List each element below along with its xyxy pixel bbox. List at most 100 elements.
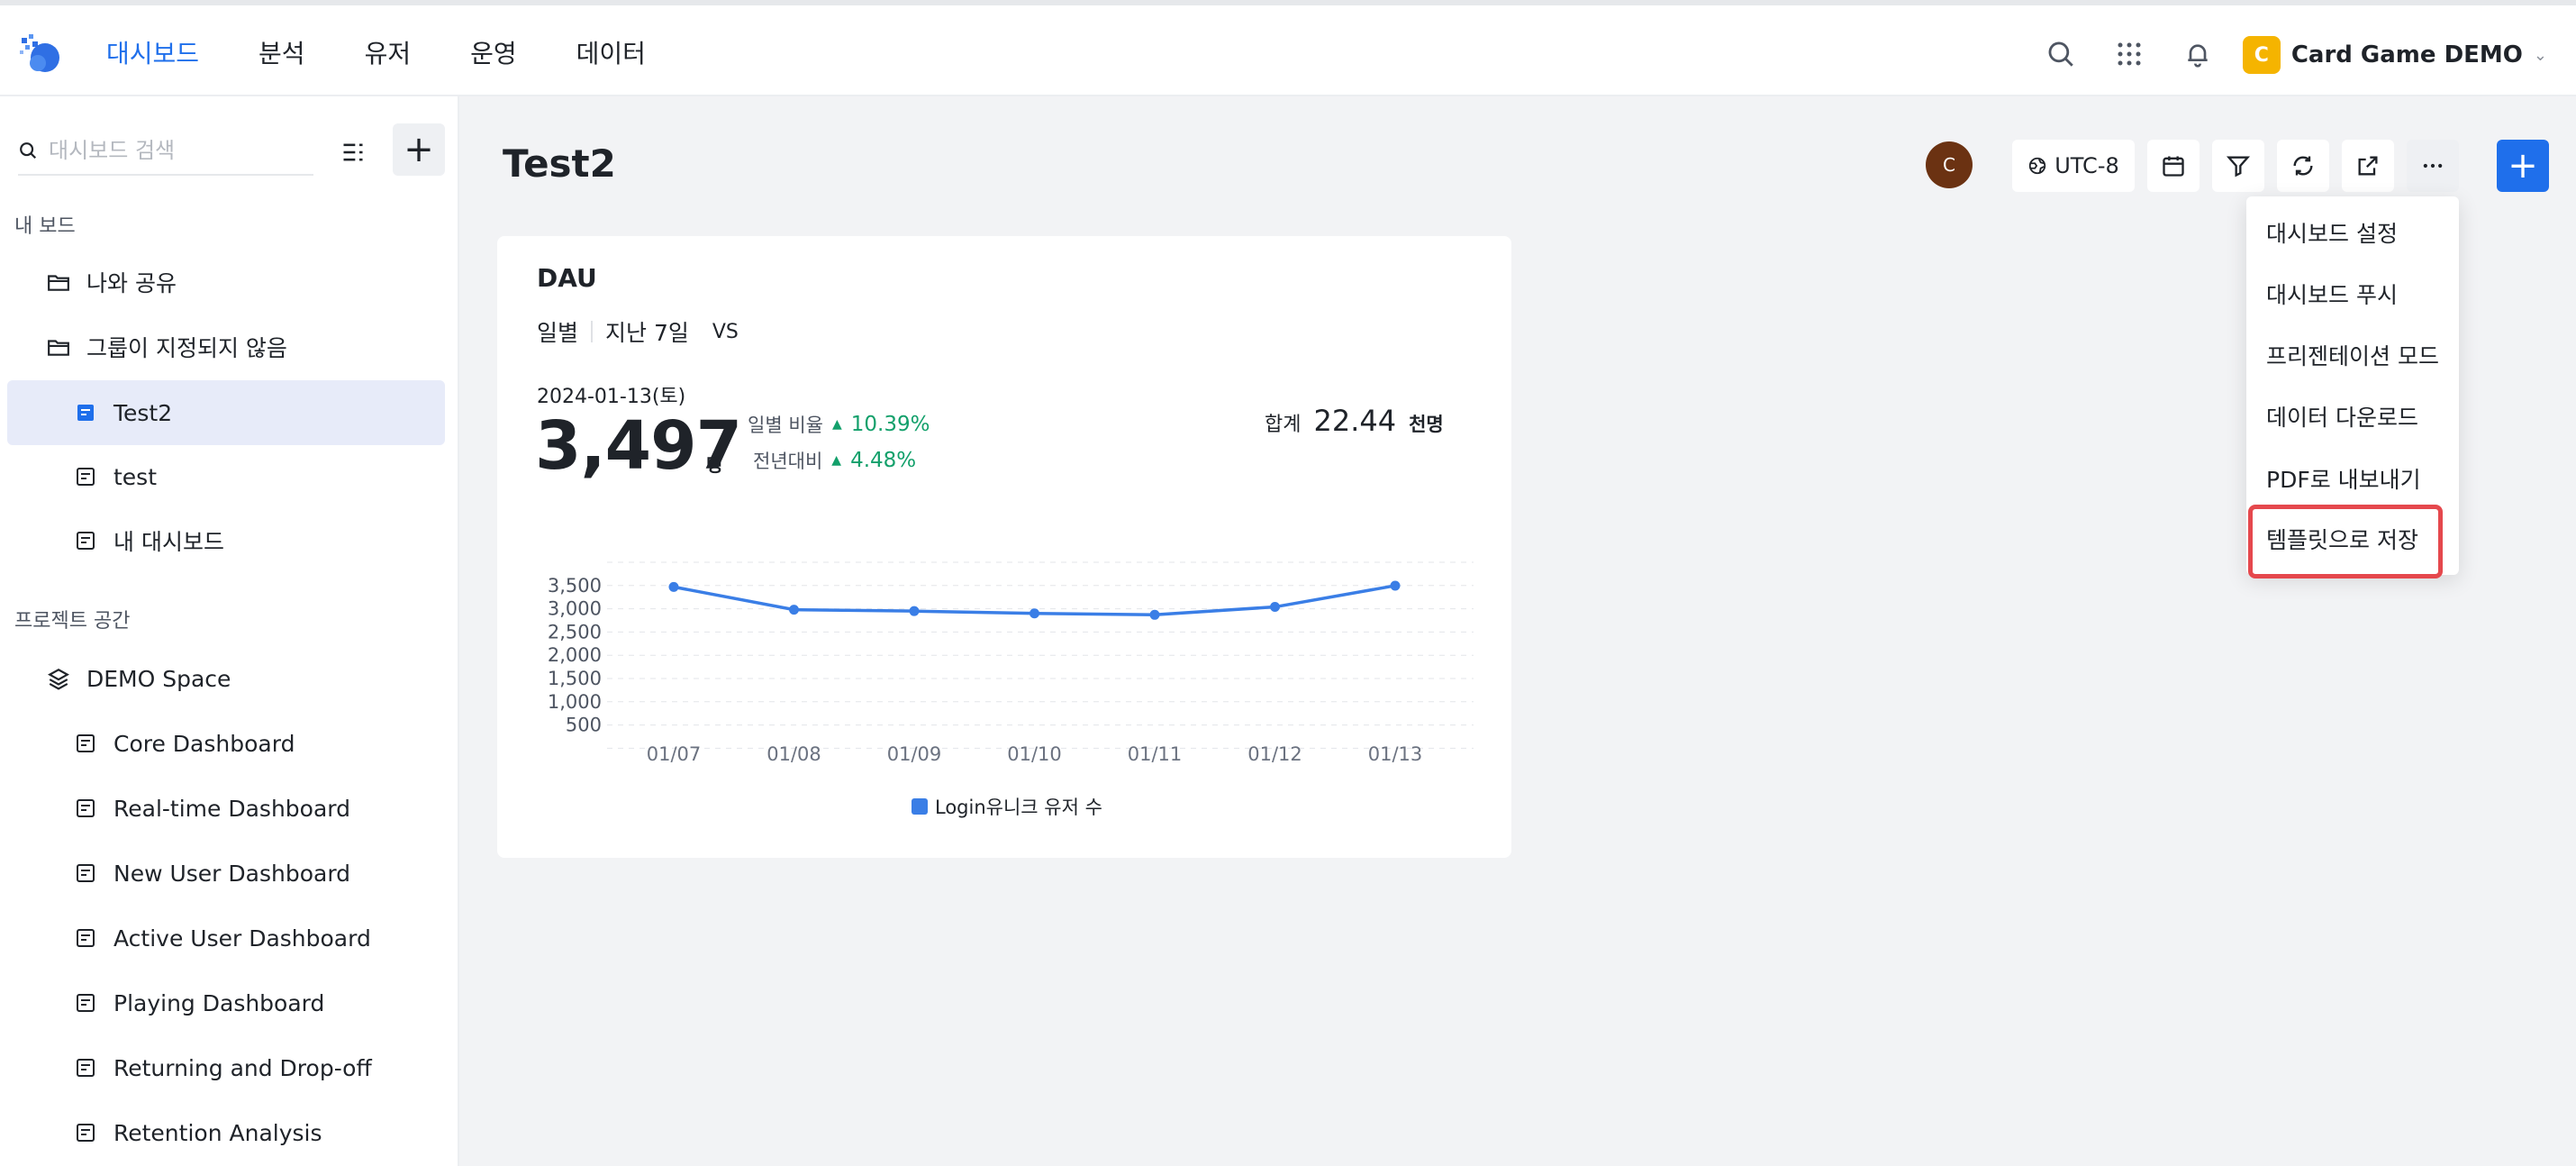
layers-icon [47,667,70,690]
dau-line-chart: 3,5003,0002,5002,0001,5001,000500 01/07 01… [548,561,1474,765]
nav-operation[interactable]: 운영 [470,36,517,72]
yoy-label: 전년대비 [753,451,823,472]
sidebar-item-retention-analysis[interactable]: Retention Analysis [7,1100,445,1165]
x-tick-label: 01/10 [1007,743,1062,765]
more-button[interactable] [2407,140,2459,192]
menu-item-presentation-mode[interactable]: 프리젠테이션 모드 [2266,339,2439,371]
section-label-project: 프로젝트 공간 [14,610,131,633]
share-icon [2358,156,2378,176]
calendar-icon [2163,156,2184,177]
granularity-label[interactable]: 일별 [537,315,578,348]
x-tick-label: 01/08 [766,743,821,765]
org-switcher[interactable]: C Card Game DEMO ⌄ [2242,36,2547,74]
data-point[interactable] [1029,608,1039,619]
sidebar-item-demo-space[interactable]: DEMO Space [7,646,445,711]
sidebar-item-playing-dashboard[interactable]: Playing Dashboard [7,970,445,1035]
sidebar-item-label: 나와 공유 [86,270,177,296]
yoy-value: 4.48% [850,449,917,472]
dashboard-icon [74,797,97,820]
sidebar-item-returning-dropoff[interactable]: Returning and Drop-off [7,1035,445,1100]
dashboard-icon [74,529,97,552]
y-tick-label: 3,000 [548,598,602,620]
list-view-icon[interactable] [335,134,371,170]
timezone-button[interactable]: UTC-8 [2012,140,2135,192]
nav-dashboard[interactable]: 대시보드 [106,36,199,72]
x-tick-label: 01/11 [1128,743,1183,765]
x-tick-label: 01/13 [1368,743,1423,765]
data-point[interactable] [789,605,799,615]
y-tick-label: 3,500 [548,575,602,597]
sidebar-item-label: Retention Analysis [113,1119,322,1146]
sidebar-item-label: New User Dashboard [113,860,351,887]
apps-grid-icon[interactable] [2111,36,2147,72]
chevron-down-icon: ⌄ [2533,45,2547,65]
dashboard-icon [74,1056,97,1079]
x-tick-label: 01/07 [647,743,702,765]
legend-swatch [912,798,928,815]
arrow-up-icon: ▲ [831,417,842,432]
search-icon[interactable] [2043,36,2079,72]
data-point[interactable] [909,606,920,616]
page-title: Test2 [503,141,616,186]
vs-label[interactable]: VS [712,321,739,343]
yoy-ratio: 전년대비 ▲ 4.48% [753,447,916,474]
folder-icon [47,335,70,359]
data-point[interactable] [1270,602,1280,613]
data-point[interactable] [1390,580,1401,591]
refresh-icon [2293,156,2313,176]
card-title: DAU [537,263,597,293]
daily-ratio-value: 10.39% [850,413,930,436]
data-point[interactable] [1149,609,1160,620]
y-tick-label: 1,000 [548,691,602,713]
sidebar-item-realtime-dashboard[interactable]: Real-time Dashboard [7,776,445,841]
menu-item-export-pdf[interactable]: PDF로 내보내기 [2266,462,2421,495]
add-widget-button[interactable]: + [2497,140,2549,192]
x-tick-label: 01/12 [1247,743,1302,765]
calendar-button[interactable] [2147,140,2200,192]
daily-ratio-label: 일별 비율 [748,414,823,436]
nav-data[interactable]: 데이터 [576,36,646,72]
sidebar-item-label: Returning and Drop-off [113,1054,372,1081]
avatar[interactable]: C [1926,141,1973,188]
more-horizontal-icon [2423,163,2443,169]
sidebar-item-label: Real-time Dashboard [113,795,350,822]
x-tick-label: 01/09 [887,743,942,765]
data-point[interactable] [668,581,679,592]
range-label[interactable]: 지난 7일 [605,315,689,348]
sidebar-item-label: DEMO Space [86,665,231,692]
sidebar-item-label: 그룹이 지정되지 않음 [86,335,287,361]
dashboard-icon [74,861,97,885]
org-name: Card Game DEMO [2290,41,2523,68]
daily-ratio: 일별 비율 ▲ 10.39% [748,411,930,438]
sidebar-item-my-dashboard[interactable]: 내 대시보드 [7,508,445,573]
main-nav: 대시보드 분석 유저 운영 데이터 [106,36,705,72]
dau-unit: 명 [706,454,723,476]
total-value: 22.44 [1313,404,1397,438]
section-label-mine: 내 보드 [14,215,76,238]
sidebar-item-active-user-dashboard[interactable]: Active User Dashboard [7,906,445,970]
menu-item-dashboard-push[interactable]: 대시보드 푸시 [2266,278,2398,310]
dashboard-search-input[interactable] [49,138,301,163]
sidebar-item-label: Playing Dashboard [113,989,325,1016]
sidebar: + 내 보드 나와 공유 그룹이 지정되지 않음 Test2 test 내 대시… [0,96,459,1166]
sidebar-item-ungrouped[interactable]: 그룹이 지정되지 않음 [7,314,445,379]
sidebar-item-core-dashboard[interactable]: Core Dashboard [7,711,445,776]
sidebar-item-new-user-dashboard[interactable]: New User Dashboard [7,841,445,906]
refresh-button[interactable] [2277,140,2329,192]
chart-legend[interactable]: Login유니크 유저 수 [912,793,1102,820]
app-logo-icon[interactable] [18,32,65,79]
add-dashboard-button[interactable]: + [393,123,445,176]
nav-analysis[interactable]: 분석 [259,36,305,72]
filter-button[interactable] [2212,140,2264,192]
bell-icon[interactable] [2180,36,2216,72]
sidebar-item-test2[interactable]: Test2 [7,380,445,445]
sidebar-item-test[interactable]: test [7,444,445,509]
nav-users[interactable]: 유저 [365,36,412,72]
sidebar-item-shared[interactable]: 나와 공유 [7,250,445,314]
menu-item-data-download[interactable]: 데이터 다운로드 [2266,400,2418,433]
menu-item-dashboard-settings[interactable]: 대시보드 설정 [2266,216,2398,249]
sidebar-item-label: 내 대시보드 [113,529,224,555]
card-date: 2024-01-13(토) [537,386,686,408]
sidebar-item-label: Active User Dashboard [113,925,371,952]
share-button[interactable] [2342,140,2394,192]
